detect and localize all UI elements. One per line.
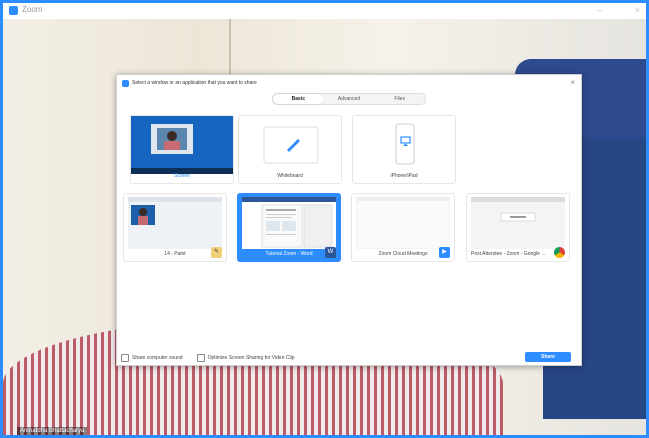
tile-whiteboard[interactable]: Whiteboard [238, 115, 342, 184]
tab-advanced[interactable]: Advanced [324, 94, 375, 104]
window-title: Zoom [22, 5, 43, 14]
tab-files[interactable]: Files [374, 94, 425, 104]
tab-basic[interactable]: Basic [273, 94, 324, 104]
computer-sound-label: Share computer sound [132, 355, 183, 361]
tile-screen[interactable]: Screen [130, 115, 234, 184]
tile-word[interactable]: Tutorial Zoom - Word W [237, 193, 341, 262]
paint-app-icon: ✎ [211, 247, 222, 258]
window-close-button[interactable]: × [635, 5, 640, 15]
share-button[interactable]: Share [525, 352, 571, 362]
zoom-window: Zoom – × Aniruddha Bhattacharya Select a… [0, 0, 649, 438]
optimize-video-checkbox[interactable] [196, 354, 205, 362]
tile-paint[interactable]: 14 - Paint ✎ [123, 193, 227, 262]
computer-sound-checkbox[interactable] [121, 354, 129, 362]
chrome-thumbnail [471, 197, 565, 249]
dialog-title: Select a window or an application that y… [132, 80, 257, 86]
zoom-meetings-thumbnail [355, 196, 451, 250]
word-app-icon: W [325, 247, 336, 258]
word-thumbnail [242, 197, 336, 249]
paint-thumbnail [128, 197, 222, 249]
tile-chrome[interactable]: Post Attendee - Zoom - Google ... [466, 193, 570, 262]
participant-name: Aniruddha Bhattacharya [17, 427, 88, 435]
iphone-thumbnail [357, 119, 451, 171]
tile-label: iPhone/iPad [390, 173, 418, 179]
tile-label: Screen [174, 173, 190, 179]
window-titlebar: Zoom – × [3, 3, 646, 20]
zoom-app-icon [9, 6, 18, 15]
share-tabs: Basic Advanced Files [272, 93, 426, 105]
zoom-app-icon: ▶ [439, 247, 450, 258]
dialog-close-button[interactable]: × [570, 78, 575, 87]
tile-zoom-cloud-meetings[interactable]: Zoom Cloud Meetings ▶ [351, 193, 455, 262]
zoom-dialog-icon [122, 80, 129, 87]
whiteboard-thumbnail [243, 119, 337, 171]
optimize-video-label: Optimize Screen Sharing for Video Clip [207, 355, 295, 361]
screen-thumbnail [131, 116, 233, 174]
share-dialog: Select a window or an application that y… [116, 74, 582, 366]
minimize-button[interactable]: – [597, 5, 602, 15]
tile-iphone-ipad[interactable]: iPhone/iPad [352, 115, 456, 184]
chrome-app-icon [554, 247, 565, 258]
share-options: Share computer sound Optimize Screen Sha… [121, 354, 295, 362]
tile-label: Whiteboard [277, 173, 303, 179]
